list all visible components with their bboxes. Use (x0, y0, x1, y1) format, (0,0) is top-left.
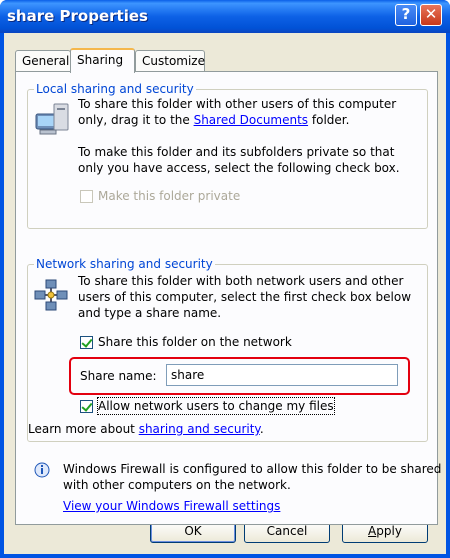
share-folder-label: Share this folder on the network (98, 335, 292, 349)
network-desc-line2: users of this computer, select the first… (78, 290, 412, 304)
title-bar[interactable]: share Properties ? ✕ (0, 0, 450, 33)
info-icon (34, 462, 50, 478)
sharing-security-link[interactable]: sharing and security (139, 422, 260, 436)
network-sharing-group: Network sharing and security To share th… (27, 257, 428, 442)
computers-icon (35, 103, 69, 135)
local-sharing-group: Local sharing and security To share this… (27, 82, 428, 229)
properties-window: share Properties ? ✕ General Sharing Cus… (0, 0, 450, 558)
private-desc-line2: only you have access, select the followi… (78, 161, 400, 175)
share-name-input[interactable]: share (166, 364, 398, 386)
tab-sharing[interactable]: Sharing (70, 48, 135, 73)
network-sharing-group-title: Network sharing and security (34, 257, 215, 271)
make-private-label: Make this folder private (98, 189, 241, 203)
shared-documents-link[interactable]: Shared Documents (194, 113, 308, 127)
local-desc-line1: To share this folder with other users of… (78, 97, 397, 111)
window-title: share Properties (7, 7, 148, 25)
close-button[interactable]: ✕ (420, 4, 442, 26)
local-sharing-group-title: Local sharing and security (34, 82, 196, 96)
network-icon (34, 279, 68, 311)
network-desc-line1: To share this folder with both network u… (78, 274, 404, 288)
allow-change-label: Allow network users to change my files (97, 397, 335, 415)
local-desc-line2: only, drag it to the Shared Documents fo… (78, 113, 350, 127)
private-desc-line1: To make this folder and its subfolders p… (78, 145, 395, 159)
firewall-line1: Windows Firewall is configured to allow … (63, 462, 442, 476)
sharing-tab-panel: Local sharing and security To share this… (15, 71, 442, 525)
dialog-client-area: General Sharing Customize Local sharing … (4, 33, 446, 554)
help-button[interactable]: ? (395, 4, 417, 26)
network-desc-line3: and type a share name. (78, 306, 222, 320)
make-private-checkbox[interactable] (80, 190, 93, 203)
share-folder-checkbox[interactable] (80, 336, 93, 349)
tab-customize[interactable]: Customize (135, 50, 205, 71)
tab-general[interactable]: General (15, 50, 71, 71)
firewall-settings-link[interactable]: View your Windows Firewall settings (63, 498, 280, 514)
share-name-label: Share name: (80, 369, 157, 383)
learn-more-text: Learn more about sharing and security. (28, 422, 264, 436)
allow-change-checkbox[interactable] (80, 400, 93, 413)
firewall-line2: with other computers on the network. (63, 478, 291, 492)
